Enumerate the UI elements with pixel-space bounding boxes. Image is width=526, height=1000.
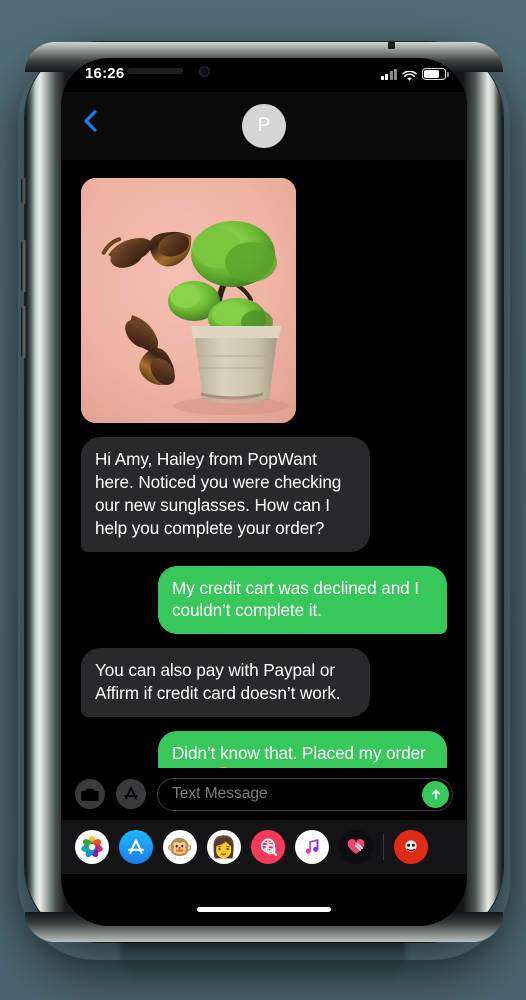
message-row: Hi Amy, Hailey from PopWant here. Notice…	[81, 437, 447, 552]
send-button[interactable]	[422, 780, 449, 808]
app-store-icon	[124, 786, 138, 800]
battery-icon	[422, 68, 449, 80]
status-bar-indicators	[380, 68, 449, 81]
mute-switch-button[interactable]	[21, 178, 27, 204]
front-camera-icon	[199, 66, 210, 77]
message-row: Didn’t know that. Placed my order now! 😍	[81, 731, 447, 770]
camera-button[interactable]	[75, 779, 105, 809]
images-search-icon[interactable]	[251, 830, 285, 864]
home-indicator[interactable]	[197, 907, 331, 912]
imessage-app-drawer[interactable]: 🐵 👩	[61, 820, 467, 874]
earpiece-speaker	[127, 68, 183, 74]
message-thread[interactable]: Hi Amy, Hailey from PopWant here. Notice…	[61, 160, 467, 770]
apple-music-icon[interactable]	[295, 830, 329, 864]
volume-up-button[interactable]	[21, 240, 27, 292]
sunglasses-plant-photo	[81, 178, 296, 423]
avatar-initial: P	[257, 115, 271, 136]
status-bar-clock: 16:26	[85, 65, 125, 82]
drawer-divider	[383, 834, 384, 860]
message-bubble-outgoing[interactable]: Didn’t know that. Placed my order now! 😍	[158, 731, 447, 770]
volume-down-button[interactable]	[21, 306, 27, 358]
chevron-left-icon	[83, 110, 97, 132]
power-button[interactable]	[500, 268, 506, 358]
more-apps-icon[interactable]	[394, 830, 428, 864]
app-store-button[interactable]	[116, 779, 146, 809]
message-bubble-outgoing[interactable]: My credit cart was declined and I couldn…	[158, 565, 447, 635]
contact-avatar[interactable]: P	[242, 104, 286, 148]
message-row: You can also pay with Paypal or Affirm i…	[81, 648, 447, 717]
message-input-bar: Text Message	[61, 768, 467, 820]
cellular-signal-icon	[380, 69, 397, 80]
message-placeholder: Text Message	[172, 785, 268, 802]
send-arrow-up-icon	[431, 789, 440, 800]
message-row-attachment	[81, 178, 447, 423]
image-attachment-bubble[interactable]	[81, 178, 296, 423]
animoji-monkey-icon[interactable]: 🐵	[163, 830, 197, 864]
conversation-nav-bar: P	[61, 92, 467, 160]
phone-screen: 16:26 P Hi Amy, Hailey from PopWant here…	[61, 58, 467, 926]
app-store-app-icon[interactable]	[119, 830, 153, 864]
message-bubble-incoming[interactable]: Hi Amy, Hailey from PopWant here. Notice…	[81, 437, 370, 552]
message-text-field[interactable]: Text Message	[157, 777, 453, 811]
message-row: My credit cart was declined and I couldn…	[81, 565, 447, 635]
wifi-icon	[402, 69, 417, 81]
screenshot-canvas: 16:26 P Hi Amy, Hailey from PopWant here…	[0, 0, 526, 1000]
photos-app-icon[interactable]	[75, 830, 109, 864]
camera-icon	[81, 788, 99, 801]
antenna-band	[388, 42, 395, 49]
message-bubble-incoming[interactable]: You can also pay with Paypal or Affirm i…	[81, 648, 370, 717]
memoji-person-icon[interactable]: 👩	[207, 830, 241, 864]
back-button[interactable]	[75, 106, 105, 136]
digital-touch-heart-icon[interactable]	[339, 830, 373, 864]
